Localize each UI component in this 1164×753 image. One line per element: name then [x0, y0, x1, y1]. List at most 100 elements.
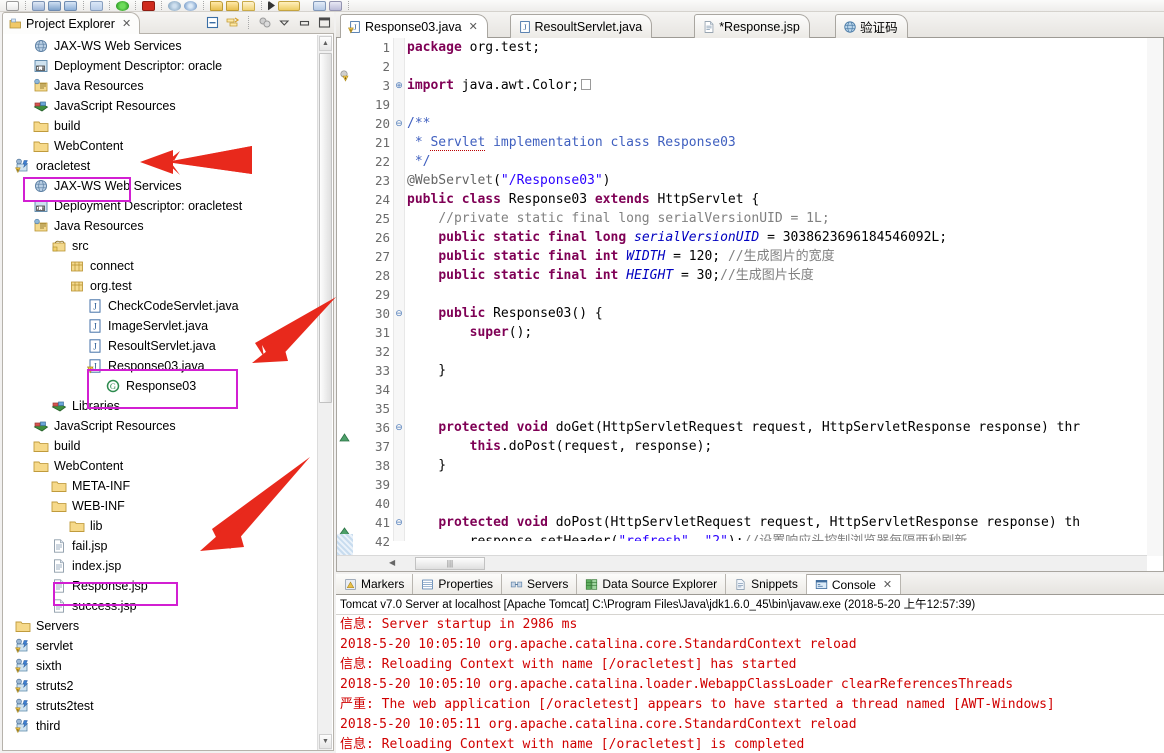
javaee-perspective-icon[interactable]	[329, 0, 342, 11]
tree-item-fail-jsp[interactable]: fail.jsp	[3, 536, 315, 556]
code-line[interactable]: protected void doPost(HttpServletRequest…	[407, 513, 1163, 532]
scroll-down-arrow[interactable]: ▼	[319, 734, 332, 749]
code-line[interactable]: */	[407, 152, 1163, 171]
tree-item-connect[interactable]: connect	[3, 256, 315, 276]
fold-toggle-icon[interactable]: ⊖	[394, 418, 404, 437]
tree-item-third[interactable]: third	[3, 716, 315, 736]
code-line[interactable]: import java.awt.Color;	[407, 76, 1163, 95]
code-line[interactable]	[407, 95, 1163, 114]
tree-item-webcontent[interactable]: WebContent	[3, 456, 315, 476]
editor-tab-responsejsp[interactable]: *Response.jsp	[694, 14, 810, 38]
focus-icon[interactable]	[257, 15, 272, 30]
tab-project-explorer[interactable]: Project Explorer ✕	[2, 12, 141, 34]
code-line[interactable]: @WebServlet("/Response03")	[407, 171, 1163, 190]
tree-item-jax-ws-web-services[interactable]: JAX-WS Web Services	[3, 36, 315, 56]
scroll-left-arrow[interactable]: ◀	[389, 558, 395, 567]
save-icon[interactable]	[32, 0, 45, 11]
tree-item-response03[interactable]: G Response03	[3, 376, 315, 396]
tree-item-success-jsp[interactable]: success.jsp	[3, 596, 315, 616]
maximize-icon[interactable]	[317, 15, 332, 30]
collapsed-overview-marker-up[interactable]	[339, 431, 350, 442]
warning-marker-icon[interactable]	[339, 70, 351, 82]
folder-icon-1[interactable]	[210, 0, 223, 11]
tree-item-webcontent[interactable]: WebContent	[3, 136, 315, 156]
project-tree[interactable]: JAX-WS Web Services 3.0 Deployment Descrip…	[3, 36, 315, 736]
editor-tab-resoultservletjava[interactable]: J ResoultServlet.java	[509, 14, 653, 38]
code-line[interactable]	[407, 57, 1163, 76]
code-line[interactable]: public static final int WIDTH = 120; //生…	[407, 247, 1163, 266]
code-line[interactable]: public static final long serialVersionUI…	[407, 228, 1163, 247]
tree-item-web-inf[interactable]: WEB-INF	[3, 496, 315, 516]
editor-folding-bar[interactable]: ⊕ ⊖ ⊖ ⊖ ⊖	[393, 38, 405, 541]
code-line[interactable]: package org.test;	[407, 38, 1163, 57]
tree-item-index-jsp[interactable]: index.jsp	[3, 556, 315, 576]
tree-item-response-jsp[interactable]: Response.jsp	[3, 576, 315, 596]
console-tab-data-source-explorer[interactable]: Data Source Explorer	[577, 574, 727, 594]
code-line[interactable]: public Response03() {	[407, 304, 1163, 323]
editor-horizontal-scrollbar[interactable]: ◀ |||	[337, 555, 1147, 571]
console-tab-snippets[interactable]: Snippets	[726, 574, 807, 594]
fold-toggle-icon[interactable]: ⊖	[394, 114, 404, 133]
collapse-all-icon[interactable]	[205, 15, 220, 30]
folder-icon-3[interactable]	[242, 0, 255, 11]
tree-item-build[interactable]: build	[3, 116, 315, 136]
code-line[interactable]: }	[407, 456, 1163, 475]
tree-item-sixth[interactable]: sixth	[3, 656, 315, 676]
code-line[interactable]: response.setHeader("refresh", "2");//设置响…	[407, 532, 1163, 541]
code-line[interactable]: }	[407, 361, 1163, 380]
code-line[interactable]	[407, 494, 1163, 513]
tree-item-javascript-resources[interactable]: JavaScript Resources	[3, 96, 315, 116]
tree-item-response03-java[interactable]: J Response03.java	[3, 356, 315, 376]
tree-item-lib[interactable]: lib	[3, 516, 315, 536]
code-line[interactable]: * Servlet implementation class Response0…	[407, 133, 1163, 152]
tree-item-javascript-resources[interactable]: JavaScript Resources	[3, 416, 315, 436]
stop-icon[interactable]	[142, 0, 155, 11]
console-tab-markers[interactable]: Markers	[336, 574, 414, 594]
close-icon[interactable]: ✕	[469, 20, 478, 33]
tree-item-meta-inf[interactable]: META-INF	[3, 476, 315, 496]
editor-marker-bar[interactable]	[337, 38, 353, 560]
tree-item-oracletest[interactable]: oracletest	[3, 156, 315, 176]
globe-icon[interactable]	[184, 0, 197, 11]
tree-item-struts2test[interactable]: struts2test	[3, 696, 315, 716]
explorer-scroll-thumb[interactable]	[319, 53, 332, 403]
tree-item-libraries[interactable]: Libraries	[3, 396, 315, 416]
console-output[interactable]: 信息: Server startup in 2986 ms 2018-5-20 1…	[336, 615, 1164, 753]
new-icon[interactable]	[6, 0, 19, 11]
tree-item-deployment-descriptor-oracle[interactable]: 3.0 Deployment Descriptor: oracle	[3, 56, 315, 76]
code-line[interactable]	[407, 380, 1163, 399]
fold-toggle-icon[interactable]: ⊕	[394, 76, 404, 95]
code-line[interactable]	[407, 285, 1163, 304]
java-perspective-icon[interactable]	[313, 0, 326, 11]
code-line[interactable]: public static final int HEIGHT = 30;//生成…	[407, 266, 1163, 285]
perspective-icon[interactable]	[268, 0, 275, 11]
tree-item-jax-ws-web-services[interactable]: JAX-WS Web Services	[3, 176, 315, 196]
editor-tab-验证码[interactable]: 验证码	[835, 14, 908, 38]
tree-item-servers[interactable]: Servers	[3, 616, 315, 636]
fold-toggle-icon[interactable]: ⊖	[394, 513, 404, 532]
collapsed-overview-marker-down[interactable]	[338, 525, 351, 536]
fold-toggle-icon[interactable]: ⊖	[394, 304, 404, 323]
tree-item-checkcodeservlet-java[interactable]: J CheckCodeServlet.java	[3, 296, 315, 316]
code-line[interactable]	[407, 342, 1163, 361]
chevron-down-icon[interactable]	[303, 1, 310, 11]
build-icon[interactable]	[90, 0, 103, 11]
print-icon[interactable]	[64, 0, 77, 11]
code-line[interactable]	[407, 399, 1163, 418]
tree-item-struts2[interactable]: struts2	[3, 676, 315, 696]
code-line[interactable]: public class Response03 extends HttpServ…	[407, 190, 1163, 209]
browser-icon[interactable]	[168, 0, 181, 11]
open-perspective-icon[interactable]	[278, 0, 300, 11]
close-icon[interactable]: ✕	[883, 578, 892, 591]
code-line[interactable]: protected void doGet(HttpServletRequest …	[407, 418, 1163, 437]
save-all-icon[interactable]	[48, 0, 61, 11]
editor-tab-response03java[interactable]: J Response03.java ✕	[340, 14, 488, 38]
console-tab-console[interactable]: Console ✕	[806, 574, 902, 594]
tree-item-java-resources[interactable]: Java Resources	[3, 76, 315, 96]
explorer-vertical-scrollbar[interactable]: ▲ ▼	[317, 35, 332, 750]
tree-item-src[interactable]: src	[3, 236, 315, 256]
run-icon[interactable]	[116, 0, 129, 11]
minimize-icon[interactable]	[297, 15, 312, 30]
tree-item-imageservlet-java[interactable]: J ImageServlet.java	[3, 316, 315, 336]
tree-item-servlet[interactable]: servlet	[3, 636, 315, 656]
